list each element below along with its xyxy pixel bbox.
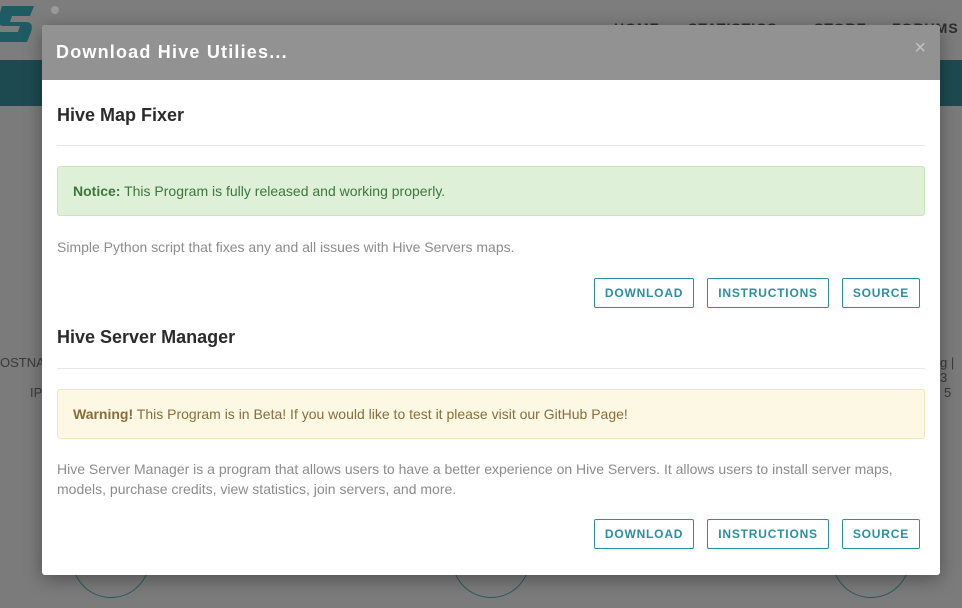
instructions-button[interactable]: INSTRUCTIONS (707, 278, 829, 308)
source-button[interactable]: SOURCE (841, 519, 920, 549)
divider (57, 145, 925, 146)
ip-label: IP (30, 385, 43, 400)
count-text: 5 (944, 385, 952, 400)
download-button[interactable]: DOWNLOAD (593, 519, 695, 549)
button-row: DOWNLOAD INSTRUCTIONS SOURCE (57, 278, 925, 308)
close-icon[interactable]: × (914, 38, 926, 58)
status-dot (51, 6, 59, 14)
modal-header: Download Hive Utilies... × (42, 25, 940, 80)
section-title: Hive Server Manager (57, 327, 236, 347)
notice-alert: Notice: This Program is fully released a… (57, 166, 925, 216)
divider (57, 368, 925, 369)
section-title: Hive Map Fixer (57, 105, 185, 125)
alert-text: This Program is in Beta! If you would li… (133, 406, 628, 422)
section-description: Simple Python script that fixes any and … (57, 239, 515, 255)
download-modal: Download Hive Utilies... × Hive Map Fixe… (42, 25, 940, 575)
button-row: DOWNLOAD INSTRUCTIONS SOURCE (57, 519, 925, 549)
status-text: g | 3 (940, 355, 955, 385)
site-logo (0, 6, 34, 42)
utility-section-server-manager: Hive Server Manager Warning! This Progra… (57, 308, 925, 549)
instructions-button[interactable]: INSTRUCTIONS (707, 519, 829, 549)
modal-body: Hive Map Fixer Notice: This Program is f… (42, 80, 940, 549)
modal-title: Download Hive Utilies... (56, 42, 288, 62)
hostname-label: OSTNA (0, 355, 45, 370)
section-description: Hive Server Manager is a program that al… (57, 461, 893, 497)
download-button[interactable]: DOWNLOAD (593, 278, 695, 308)
source-button[interactable]: SOURCE (841, 278, 920, 308)
alert-label: Warning! (73, 406, 134, 422)
alert-label: Notice: (73, 183, 121, 199)
alert-text: This Program is fully released and worki… (120, 183, 446, 199)
utility-section-map-fixer: Hive Map Fixer Notice: This Program is f… (57, 80, 925, 308)
warning-alert: Warning! This Program is in Beta! If you… (57, 389, 925, 439)
